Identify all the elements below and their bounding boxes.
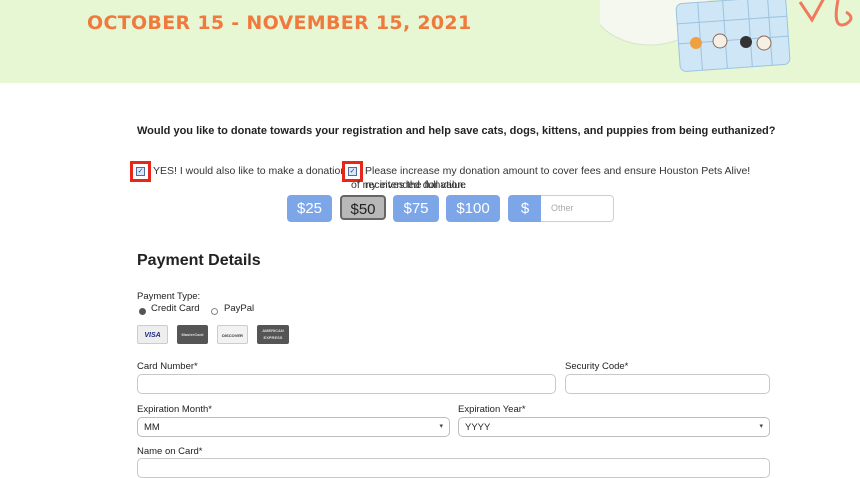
event-dates-title: OCTOBER 15 - NOVEMBER 15, 2021 bbox=[87, 12, 472, 34]
security-code-input[interactable] bbox=[565, 374, 770, 394]
custom-amount-input[interactable]: Other bbox=[541, 195, 614, 222]
chevron-down-icon: ▾ bbox=[759, 423, 763, 430]
payment-type-label: Payment Type: bbox=[137, 291, 201, 302]
donate-checkbox[interactable]: ✓ bbox=[130, 161, 151, 182]
paypal-radio[interactable] bbox=[211, 308, 218, 315]
visa-logo: VISA bbox=[137, 325, 168, 344]
amount-100-button[interactable]: $100 bbox=[446, 195, 500, 222]
custom-amount-prefix: $ bbox=[508, 195, 542, 222]
mastercard-logo: MasterCard bbox=[177, 325, 208, 344]
donate-option-label: YES! I would also like to make a donatio… bbox=[153, 165, 347, 177]
banner-pets-illustration bbox=[600, 0, 853, 72]
chevron-down-icon: ▾ bbox=[439, 423, 443, 430]
exp-month-label: Expiration Month* bbox=[137, 404, 212, 415]
name-on-card-label: Name on Card* bbox=[137, 446, 203, 457]
card-number-input[interactable] bbox=[137, 374, 556, 394]
card-number-label: Card Number* bbox=[137, 361, 198, 372]
amex-logo: AMERICAN EXPRESS bbox=[257, 325, 289, 344]
checkmark-icon: ✓ bbox=[136, 167, 145, 176]
amount-25-button[interactable]: $25 bbox=[287, 195, 332, 222]
paypal-label: PayPal bbox=[224, 303, 255, 314]
cover-fees-label-line2: of my intended donation. bbox=[351, 179, 466, 191]
payment-details-heading: Payment Details bbox=[137, 252, 261, 269]
amount-50-button[interactable]: $50 bbox=[340, 195, 386, 220]
amount-75-button[interactable]: $75 bbox=[393, 195, 439, 222]
exp-year-label: Expiration Year* bbox=[458, 404, 526, 415]
name-on-card-input[interactable] bbox=[137, 458, 770, 478]
checkmark-icon: ✓ bbox=[348, 167, 357, 176]
donation-question: Would you like to donate towards your re… bbox=[137, 125, 776, 137]
credit-card-radio[interactable] bbox=[139, 308, 146, 315]
exp-month-value: MM bbox=[144, 422, 160, 433]
discover-logo: DISCOVER bbox=[217, 325, 248, 344]
exp-year-value: YYYY bbox=[465, 422, 491, 433]
event-banner: OCTOBER 15 - NOVEMBER 15, 2021 bbox=[0, 0, 860, 83]
security-code-label: Security Code* bbox=[565, 361, 629, 372]
exp-month-select[interactable]: MM ▾ bbox=[137, 417, 450, 437]
credit-card-label: Credit Card bbox=[151, 303, 200, 314]
exp-year-select[interactable]: YYYY ▾ bbox=[458, 417, 770, 437]
